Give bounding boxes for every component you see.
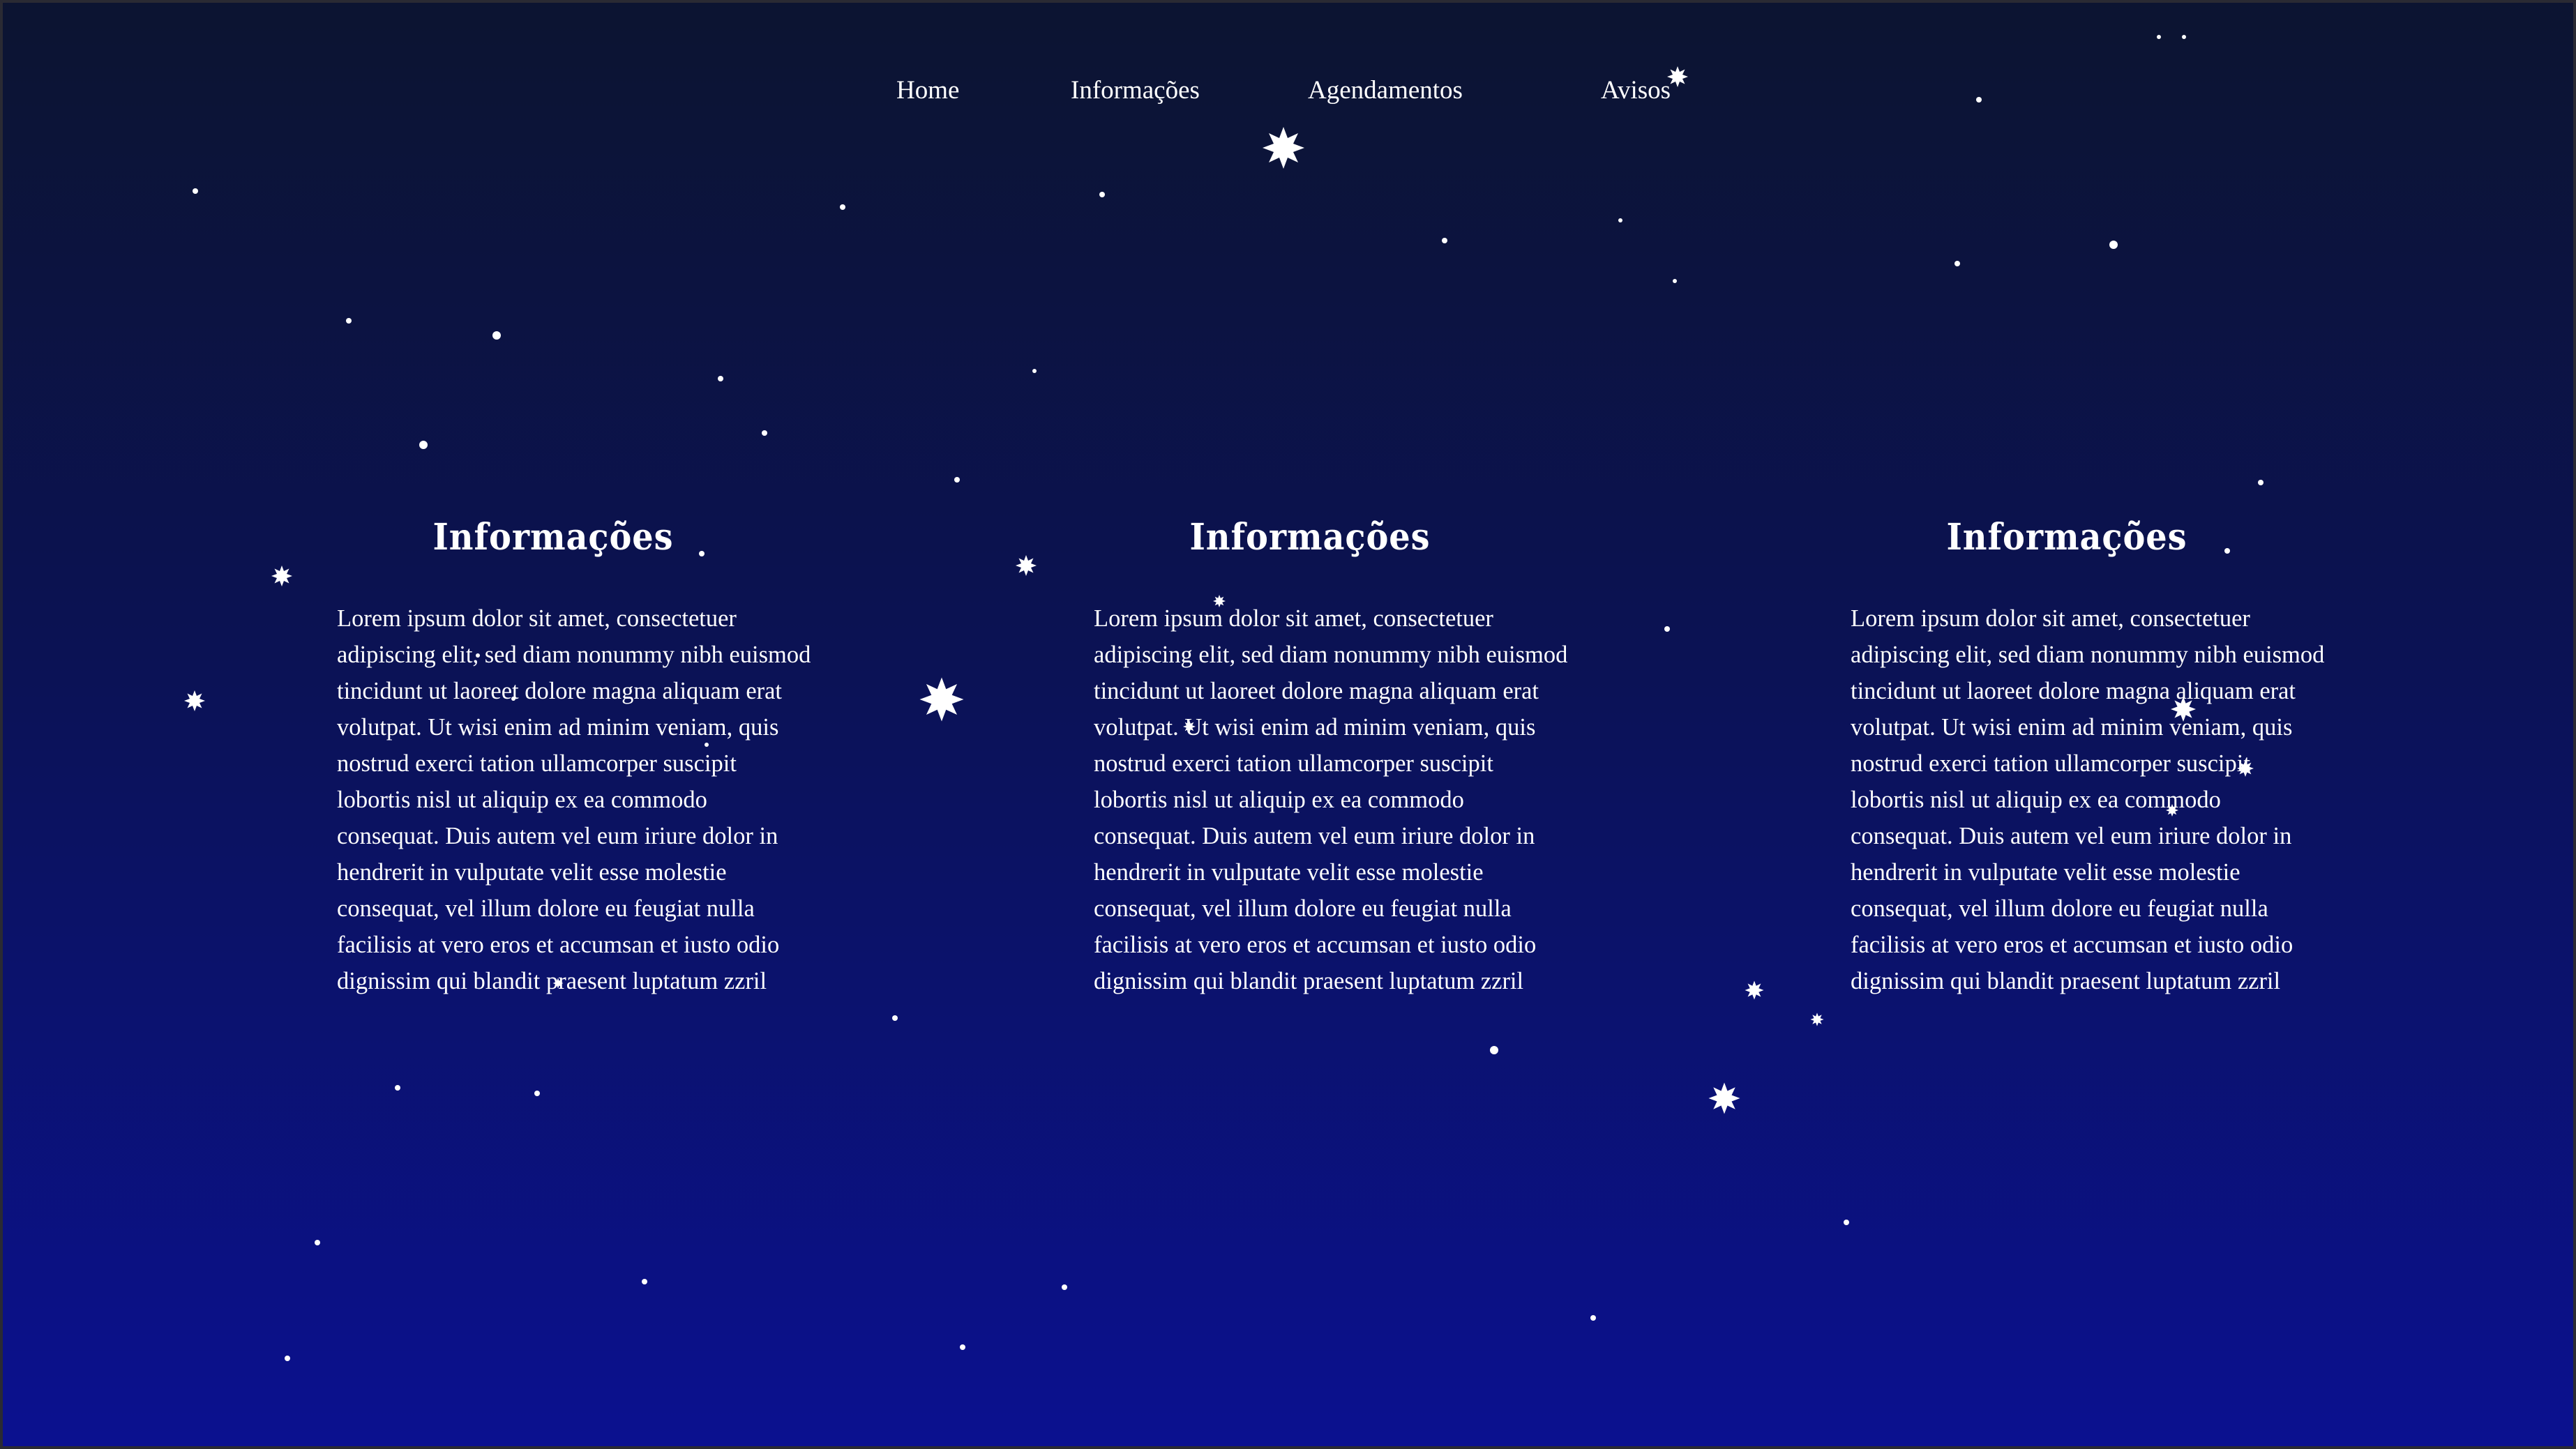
star-dot bbox=[718, 376, 723, 381]
star-icon bbox=[271, 566, 292, 586]
star-icon bbox=[184, 690, 205, 711]
star-dot bbox=[2109, 241, 2118, 249]
info-column-body: Lorem ipsum dolor sit amet, consectetuer… bbox=[1094, 605, 1568, 994]
star-dot bbox=[1844, 1220, 1849, 1225]
star-dot bbox=[2258, 480, 2264, 485]
info-column-title: Informações bbox=[432, 516, 674, 559]
info-column-3: Informações Lorem ipsum dolor sit amet, … bbox=[1851, 516, 2339, 999]
star-dot bbox=[1664, 626, 1670, 632]
star-icon bbox=[1263, 127, 1304, 169]
star-dot bbox=[2182, 35, 2186, 39]
star-dot bbox=[1442, 238, 1447, 243]
star-dot bbox=[419, 441, 428, 449]
star-dot bbox=[642, 1279, 647, 1284]
star-dot bbox=[1976, 97, 1982, 103]
star-dot bbox=[193, 188, 198, 194]
star-icon bbox=[1016, 555, 1037, 576]
nav-home-link[interactable]: Home bbox=[896, 70, 1071, 112]
star-dot bbox=[1062, 1284, 1067, 1290]
info-column-title: Informações bbox=[1946, 516, 2187, 559]
star-dot bbox=[534, 1091, 540, 1096]
star-dot bbox=[285, 1356, 290, 1361]
info-column-1: Informações Lorem ipsum dolor sit amet, … bbox=[337, 516, 825, 999]
star-dot bbox=[840, 204, 845, 210]
star-dot bbox=[346, 318, 352, 324]
star-dot bbox=[2157, 35, 2161, 39]
info-column-body: Lorem ipsum dolor sit amet, consectetuer… bbox=[1851, 605, 2325, 994]
star-dot bbox=[1032, 369, 1037, 373]
star-dot bbox=[1590, 1315, 1596, 1321]
star-dot bbox=[1490, 1046, 1498, 1054]
star-icon bbox=[1810, 1012, 1824, 1026]
star-dot bbox=[1673, 279, 1677, 283]
nav-avisos-link[interactable]: Avisos bbox=[1601, 70, 1705, 112]
star-dot bbox=[762, 430, 767, 436]
info-column-body: Lorem ipsum dolor sit amet, consectetuer… bbox=[337, 605, 811, 994]
star-dot bbox=[1099, 192, 1105, 197]
info-column-title: Informações bbox=[1189, 516, 1431, 559]
star-dot bbox=[1954, 261, 1960, 266]
nav-agendamentos-link[interactable]: Agendamentos bbox=[1308, 70, 1601, 112]
nav-informacoes-link[interactable]: Informações bbox=[1071, 70, 1308, 112]
star-dot bbox=[960, 1344, 965, 1350]
info-column-2: Informações Lorem ipsum dolor sit amet, … bbox=[1094, 516, 1582, 999]
top-navigation: Home Informações Agendamentos Avisos bbox=[896, 70, 1705, 112]
star-dot bbox=[954, 477, 960, 483]
star-dot bbox=[315, 1240, 320, 1245]
star-icon bbox=[919, 677, 964, 722]
star-dot bbox=[892, 1015, 898, 1021]
star-icon bbox=[1708, 1082, 1740, 1114]
star-dot bbox=[492, 331, 501, 340]
star-dot bbox=[1618, 218, 1622, 222]
star-dot bbox=[395, 1085, 400, 1091]
star-icon bbox=[1745, 980, 1764, 1000]
